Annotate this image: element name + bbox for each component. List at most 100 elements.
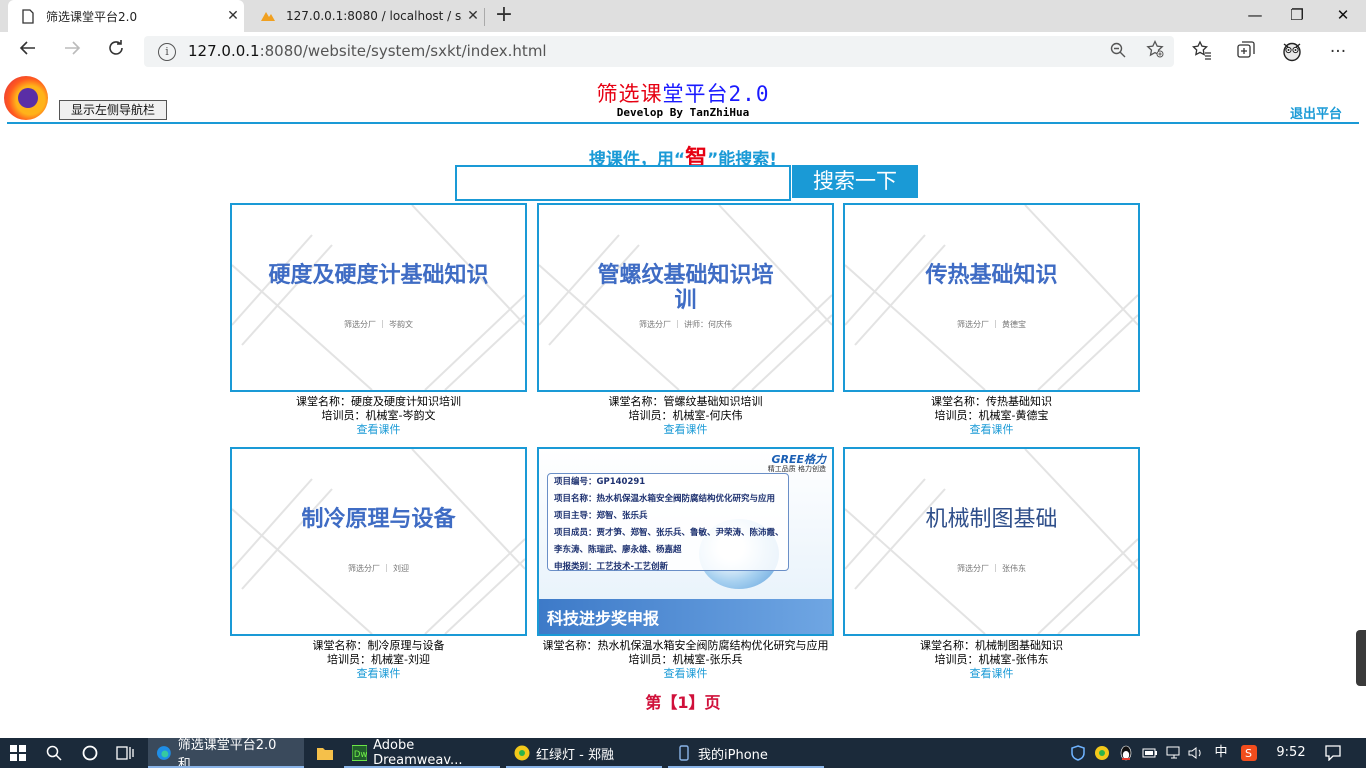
course-meta: 课堂名称：热水机保温水箱安全阀防腐结构优化研究与应用 培训员：机械室-张乐兵 查… <box>537 639 834 681</box>
view-courseware-link[interactable]: 查看课件 <box>843 667 1140 681</box>
windows-logo-icon <box>10 745 26 761</box>
view-courseware-link[interactable]: 查看课件 <box>537 667 834 681</box>
tab-divider <box>484 8 485 26</box>
course-name: 课堂名称：热水机保温水箱安全阀防腐结构优化研究与应用 <box>542 639 829 652</box>
taskbar-app-dreamweaver[interactable]: Dw Adobe Dreamweav... <box>344 738 500 768</box>
page-indicator[interactable]: 第【1】页 <box>0 689 1366 713</box>
slide-background-lines <box>845 205 1138 390</box>
system-clock[interactable]: 9:52 <box>1270 738 1312 768</box>
zoom-icon[interactable] <box>1110 42 1126 62</box>
volume-icon[interactable] <box>1186 738 1206 768</box>
start-button[interactable] <box>10 738 26 768</box>
back-button[interactable] <box>14 38 42 66</box>
phpmyadmin-icon <box>260 8 276 24</box>
tab-title: 筛选课堂平台2.0 <box>46 9 138 24</box>
close-window-button[interactable]: ✕ <box>1320 0 1366 30</box>
restore-button[interactable]: ❐ <box>1274 0 1320 30</box>
taskbar-app-edge[interactable]: 筛选课堂平台2.0 和... <box>148 738 304 772</box>
course-trainer: 培训员：机械室-岑韵文 <box>321 409 436 422</box>
course-thumbnail[interactable]: 硬度及硬度计基础知识 筛选分厂 ｜ 岑韵文 <box>230 203 527 392</box>
network-icon[interactable] <box>1164 738 1184 768</box>
refresh-button[interactable] <box>102 38 130 66</box>
battery-icon[interactable] <box>1140 738 1160 768</box>
course-thumbnail[interactable]: 机械制图基础 筛选分厂 ｜ 张伟东 <box>843 447 1140 636</box>
view-courseware-link[interactable]: 查看课件 <box>230 667 527 681</box>
slide-title: 科技进步奖申报 <box>547 609 660 628</box>
url-text[interactable]: 127.0.0.1:8080/website/system/sxkt/index… <box>188 42 547 60</box>
refresh-icon <box>109 40 123 55</box>
taskbar-app-label: 我的iPhone <box>698 747 768 763</box>
search-button[interactable]: 搜索一下 <box>792 165 918 198</box>
project-line: 项目主导：郑智、张乐兵 <box>554 511 648 521</box>
course-trainer: 培训员：机械室-何庆伟 <box>628 409 743 422</box>
file-explorer-icon[interactable] <box>316 738 334 768</box>
slide-title: 制冷原理与设备 <box>301 507 456 532</box>
browser-tab-strip: 筛选课堂平台2.0 ✕ 127.0.0.1:8080 / localhost /… <box>0 0 1366 32</box>
course-trainer: 培训员：机械室-张乐兵 <box>628 653 743 666</box>
add-favorite-icon[interactable] <box>1146 39 1164 63</box>
view-courseware-link[interactable]: 查看课件 <box>230 423 527 437</box>
input-method-indicator[interactable]: 中 <box>1210 738 1232 768</box>
svg-text:Dw: Dw <box>354 749 367 759</box>
slide-background-lines <box>845 449 1138 634</box>
back-arrow-icon <box>19 41 35 55</box>
profile-owl-icon[interactable] <box>1280 40 1304 64</box>
course-thumbnail[interactable]: 管螺纹基础知识培训 筛选分厂 ｜ 讲师：何庆伟 <box>537 203 834 392</box>
favorites-icon[interactable] <box>1190 40 1214 64</box>
course-thumbnail[interactable]: 制冷原理与设备 筛选分厂 ｜ 刘迎 <box>230 447 527 636</box>
music-tray-icon[interactable] <box>1092 738 1112 768</box>
logout-link[interactable]: 退出平台 <box>1290 103 1342 122</box>
project-line: 项目名称：热水机保温水箱安全阀防腐结构优化研究与应用 <box>554 494 776 504</box>
side-scroll-handle[interactable] <box>1356 630 1366 686</box>
search-icon[interactable] <box>46 738 62 768</box>
slide-subtitle: 筛选分厂 ｜ 黄德宝 <box>956 320 1027 329</box>
slide-background-lines <box>232 449 525 634</box>
course-trainer: 培训员：机械室-黄德宝 <box>934 409 1049 422</box>
address-toolbar: i 127.0.0.1:8080/website/system/sxkt/ind… <box>0 32 1366 73</box>
site-info-icon[interactable]: i <box>158 43 176 61</box>
site-title: 筛选课堂平台2.0 <box>596 82 770 106</box>
close-tab-icon[interactable]: ✕ <box>222 8 244 24</box>
taskbar-app-iphone[interactable]: 我的iPhone <box>668 738 824 768</box>
more-menu-icon[interactable]: ··· <box>1326 40 1350 64</box>
edge-icon <box>156 746 171 760</box>
minimize-button[interactable]: — <box>1232 0 1278 30</box>
tab-sxkt[interactable]: 筛选课堂平台2.0 ✕ <box>8 0 244 32</box>
qq-penguin-icon[interactable] <box>1116 738 1136 768</box>
close-tab-icon[interactable]: ✕ <box>462 8 484 24</box>
view-courseware-link[interactable]: 查看课件 <box>537 423 834 437</box>
task-view-icon[interactable] <box>116 738 134 768</box>
course-name: 课堂名称：管螺纹基础知识培训 <box>608 395 763 408</box>
slide-title: 硬度及硬度计基础知识 <box>268 263 489 288</box>
taskbar-app-music[interactable]: 红绿灯 - 郑融 <box>506 738 662 768</box>
url-bar[interactable]: i 127.0.0.1:8080/website/system/sxkt/ind… <box>144 36 1174 67</box>
collections-icon[interactable] <box>1234 40 1258 64</box>
view-courseware-link[interactable]: 查看课件 <box>843 423 1140 437</box>
new-tab-button[interactable]: + <box>492 4 516 28</box>
project-info-box: 项目编号：GP140291 项目名称：热水机保温水箱安全阀防腐结构优化研究与应用… <box>547 473 789 572</box>
phone-icon <box>679 745 689 761</box>
cortana-icon[interactable] <box>82 738 98 768</box>
web-page: 显示左侧导航栏 筛选课堂平台2.0 Develop By TanZhiHua 退… <box>0 72 1366 738</box>
forward-button[interactable] <box>58 38 86 66</box>
course-thumbnail[interactable]: GREE格力 精工品质 格力创造 项目编号：GP140291 项目名称：热水机保… <box>537 447 834 636</box>
slide-banner: 科技进步奖申报 <box>539 599 832 634</box>
search-input[interactable] <box>455 165 791 201</box>
security-shield-icon[interactable] <box>1068 738 1088 768</box>
slide-title: 机械制图基础 <box>925 507 1058 532</box>
tab-phpmyadmin[interactable]: 127.0.0.1:8080 / localhost / sxkt / ✕ <box>248 0 484 32</box>
course-thumbnail[interactable]: 传热基础知识 筛选分厂 ｜ 黄德宝 <box>843 203 1140 392</box>
slide-subtitle: 筛选分厂 ｜ 张伟东 <box>956 564 1027 573</box>
dreamweaver-icon: Dw <box>352 745 368 761</box>
project-line: 项目成员：贾才笋、郑智、张乐兵、鲁敏、尹荣涛、陈沛霞、 <box>554 528 784 538</box>
course-name: 课堂名称：制冷原理与设备 <box>312 639 445 652</box>
slide-title: 管螺纹基础知识培训 <box>597 263 774 313</box>
forward-arrow-icon <box>65 41 81 55</box>
taskbar-app-label: 红绿灯 - 郑融 <box>536 747 614 763</box>
header-divider <box>7 122 1359 124</box>
sogou-ime-icon[interactable]: S <box>1238 738 1260 768</box>
course-name: 课堂名称：机械制图基础知识 <box>920 639 1063 652</box>
notifications-icon[interactable] <box>1322 738 1344 768</box>
course-name: 课堂名称：传热基础知识 <box>931 395 1052 408</box>
course-meta: 课堂名称：管螺纹基础知识培训 培训员：机械室-何庆伟 查看课件 <box>537 395 834 437</box>
